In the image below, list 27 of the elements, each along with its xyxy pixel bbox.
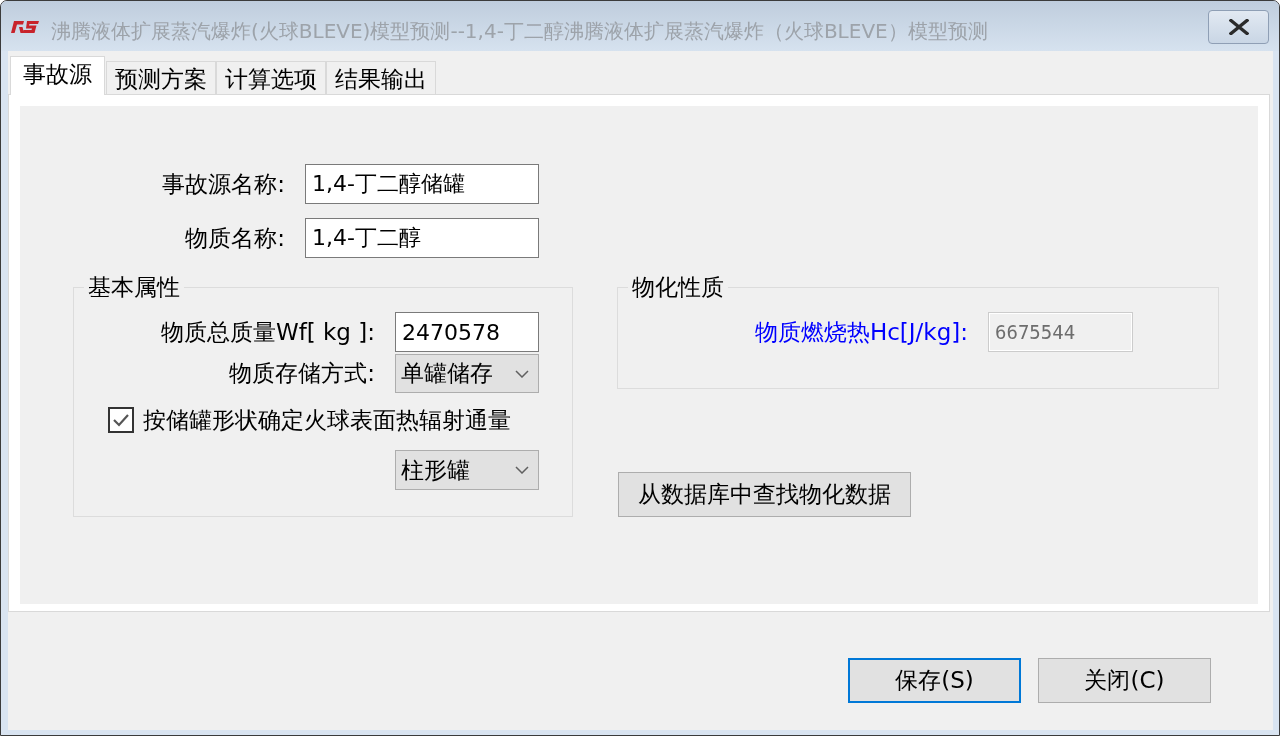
text-field[interactable]: 2470578 [395,312,539,352]
chevron-down-icon [515,369,529,378]
lookup-button[interactable]: 从数据库中查找物化数据 [618,472,911,517]
tab[interactable]: 结果输出 [326,61,436,95]
checkbox-label: 按储罐形状确定火球表面热辐射通量 [143,405,511,435]
checkbox[interactable] [108,407,134,433]
window-title: 沸腾液体扩展蒸汽爆炸(火球BLEVE)模型预测--1,4-丁二醇沸腾液体扩展蒸汽爆炸（火球BLEVE）模型预测 [51,18,988,44]
tab[interactable]: 事故源 [10,56,105,95]
field-label: 事故源名称: [162,169,285,199]
dialog-button[interactable]: 保存(S) [848,658,1021,703]
field-label: 物质总质量Wf[ kg ]: [160,318,375,345]
dropdown[interactable]: 单罐储存 [395,354,539,393]
field-label: 物质燃烧热Hc[J/kg]: [754,318,968,345]
field-label: 物质名称: [185,223,285,253]
close-button[interactable] [1208,10,1269,44]
text-field[interactable]: 1,4-丁二醇 [305,218,539,258]
dialog-button[interactable]: 关闭(C) [1038,658,1211,703]
app-logo-icon [10,20,40,34]
close-icon [1228,19,1249,35]
field-label: 物质存储方式: [229,360,375,386]
group-title: 物化性质 [631,274,725,300]
tab[interactable]: 预测方案 [106,61,216,95]
chevron-down-icon [515,466,529,474]
dropdown[interactable]: 柱形罐 [395,450,539,490]
text-field[interactable]: 1,4-丁二醇储罐 [305,164,539,204]
tab[interactable]: 计算选项 [216,61,326,95]
group-title: 基本属性 [87,274,181,300]
